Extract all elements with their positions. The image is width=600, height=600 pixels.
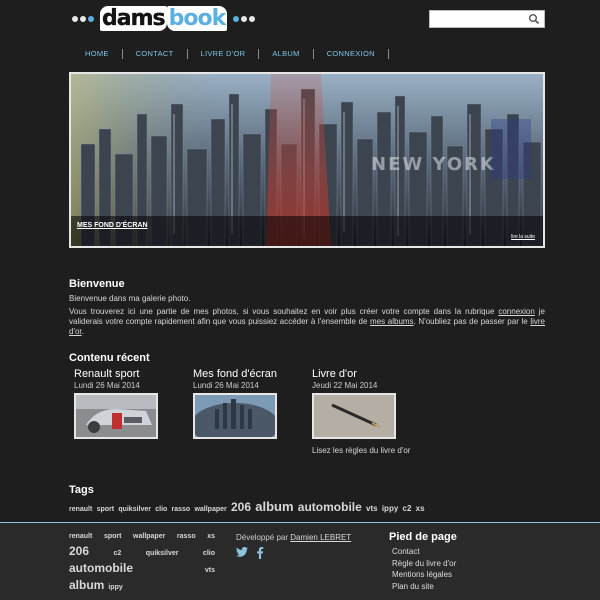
footer-tag-link[interactable]: wallpaper bbox=[133, 529, 165, 544]
header: dams book bbox=[0, 0, 600, 40]
twitter-icon[interactable] bbox=[236, 547, 248, 557]
logo-dots-left bbox=[72, 16, 94, 22]
footer-tag-link[interactable]: 206 bbox=[69, 544, 89, 559]
nav-album[interactable]: ALBUM bbox=[259, 49, 314, 59]
footer-tag-link[interactable]: album bbox=[69, 578, 104, 593]
recent-item[interactable]: Livre d'or Jeudi 22 Mai 2014 Lisez les r… bbox=[312, 368, 432, 456]
recent-item[interactable]: Mes fond d'écran Lundi 26 Mai 2014 bbox=[193, 368, 313, 439]
nav-home[interactable]: HOME bbox=[72, 49, 123, 59]
footer-tag-link[interactable]: ippy bbox=[108, 580, 122, 595]
footer-tag-link[interactable]: c2 bbox=[114, 546, 122, 561]
footer-link-legal[interactable]: Mentions légales bbox=[389, 569, 457, 581]
footer-tag-link[interactable]: quiksilver bbox=[146, 546, 179, 561]
tag-link[interactable]: album bbox=[255, 499, 293, 514]
tag-link[interactable]: sport bbox=[97, 506, 115, 513]
tags-section: Tags renault sport quiksilver clio rasso… bbox=[69, 484, 545, 517]
welcome-intro: Bienvenue dans ma galerie photo. bbox=[69, 294, 191, 303]
footer-tag-link[interactable]: vts bbox=[205, 563, 215, 578]
nav-connexion[interactable]: CONNEXION bbox=[314, 49, 389, 59]
footer-links-heading: Pied de page bbox=[389, 531, 457, 543]
recent-content-section: Contenu récent Renault sport Lundi 26 Ma… bbox=[69, 352, 545, 455]
footer-tag-link[interactable]: clio bbox=[203, 546, 215, 561]
welcome-heading: Bienvenue bbox=[69, 278, 125, 290]
nav-contact[interactable]: CONTACT bbox=[123, 49, 188, 59]
recent-item-title[interactable]: Livre d'or bbox=[312, 368, 432, 380]
social-links bbox=[236, 547, 264, 559]
pen-photo-icon[interactable] bbox=[312, 393, 396, 439]
footer-tag-link[interactable]: renault bbox=[69, 529, 92, 544]
footer-link-contact[interactable]: Contact bbox=[389, 546, 457, 558]
nav-livre-dor[interactable]: LIVRE D'OR bbox=[188, 49, 260, 59]
connexion-link[interactable]: connexion bbox=[498, 307, 534, 316]
developer-link[interactable]: Damien LEBRET bbox=[290, 533, 351, 542]
tag-link[interactable]: c2 bbox=[403, 504, 412, 513]
tag-link[interactable]: ippy bbox=[382, 504, 398, 513]
svg-text:NEW YORK: NEW YORK bbox=[371, 154, 496, 175]
tag-link[interactable]: xs bbox=[416, 504, 425, 513]
developer-credit: Développé par Damien LEBRET bbox=[236, 533, 352, 542]
footer-tag-cloud: renault sport wallpaper rasso xs 206 c2 … bbox=[69, 529, 215, 595]
banner-caption-bar: MES FOND D'ÉCRAN lire la suite bbox=[71, 216, 543, 246]
search-input[interactable] bbox=[430, 11, 526, 27]
banner-slider[interactable]: NEW YORK MES FOND D'ÉCRAN lire la suite bbox=[69, 72, 545, 248]
footer-link-sitemap[interactable]: Plan du site bbox=[389, 581, 457, 593]
tag-link[interactable]: wallpaper bbox=[194, 506, 226, 513]
main-nav: HOME CONTACT LIVRE D'OR ALBUM CONNEXION bbox=[72, 46, 389, 62]
footer-tag-link[interactable]: rasso bbox=[177, 529, 196, 544]
recent-content-heading: Contenu récent bbox=[69, 352, 150, 364]
footer-tag-link[interactable]: automobile bbox=[69, 561, 133, 576]
recent-item-date: Jeudi 22 Mai 2014 bbox=[312, 381, 378, 390]
tag-link[interactable]: automobile bbox=[298, 500, 362, 514]
tag-link[interactable]: quiksilver bbox=[118, 506, 151, 513]
footer: renault sport wallpaper rasso xs 206 c2 … bbox=[0, 522, 600, 600]
logo-wordmark: dams book bbox=[100, 6, 228, 31]
recent-item-date: Lundi 26 Mai 2014 bbox=[74, 381, 140, 390]
logo-dots-right bbox=[233, 16, 256, 22]
logo[interactable]: dams book bbox=[72, 6, 256, 32]
recent-item-description: Lisez les règles du livre d'or bbox=[312, 446, 411, 455]
recent-item[interactable]: Renault sport Lundi 26 Mai 2014 bbox=[74, 368, 194, 439]
footer-tag-link[interactable]: xs bbox=[207, 529, 215, 544]
albums-link[interactable]: mes albums bbox=[370, 317, 414, 326]
search-icon[interactable] bbox=[528, 13, 540, 25]
car-photo-icon[interactable] bbox=[74, 393, 158, 439]
banner-title-link[interactable]: MES FOND D'ÉCRAN bbox=[77, 222, 148, 229]
tag-link[interactable]: rasso bbox=[172, 506, 191, 513]
banner-read-more-link[interactable]: lire la suite bbox=[511, 234, 535, 240]
recent-item-title[interactable]: Mes fond d'écran bbox=[193, 368, 313, 380]
welcome-text: Vous trouverez ici une partie de mes pho… bbox=[69, 307, 545, 336]
recent-item-title[interactable]: Renault sport bbox=[74, 368, 194, 380]
facebook-icon[interactable] bbox=[256, 547, 264, 559]
footer-tag-link[interactable]: sport bbox=[104, 529, 122, 544]
welcome-section: Bienvenue Bienvenue dans ma galerie phot… bbox=[69, 278, 545, 337]
search-box[interactable] bbox=[429, 10, 545, 28]
tags-heading: Tags bbox=[69, 484, 94, 496]
tag-link[interactable]: vts bbox=[366, 504, 378, 513]
footer-link-guestbook-rules[interactable]: Règle du livre d'or bbox=[389, 558, 457, 570]
tag-link[interactable]: 206 bbox=[231, 500, 251, 514]
recent-item-date: Lundi 26 Mai 2014 bbox=[193, 381, 259, 390]
city-photo-icon[interactable] bbox=[193, 393, 277, 439]
tag-link[interactable]: clio bbox=[155, 506, 167, 513]
tag-cloud: renault sport quiksilver clio rasso wall… bbox=[69, 500, 545, 517]
tag-link[interactable]: renault bbox=[69, 506, 92, 513]
footer-links: Pied de page Contact Règle du livre d'or… bbox=[389, 531, 457, 592]
